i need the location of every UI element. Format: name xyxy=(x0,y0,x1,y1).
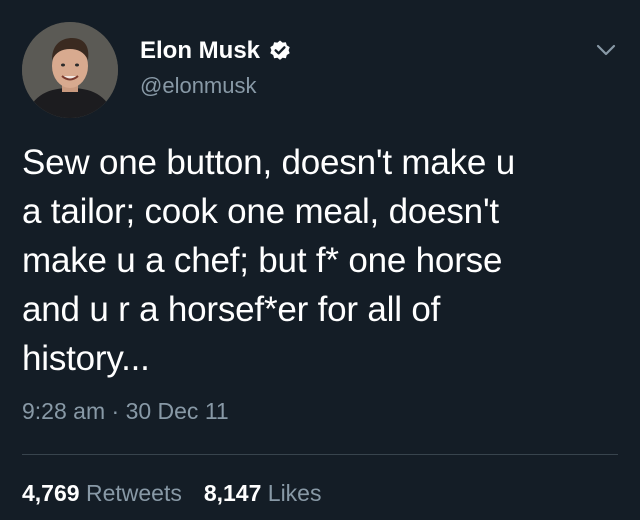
tweet-text: Sew one button, doesn't make u a tailor;… xyxy=(22,138,618,383)
likes-count: 8,147 xyxy=(203,480,262,506)
tweet-text-line: a tailor; cook one meal, doesn't xyxy=(22,192,499,231)
tweet-card: Elon Musk @elonmusk Sew one button, does… xyxy=(0,0,640,520)
avatar-image xyxy=(22,22,118,118)
retweets-label: Retweets xyxy=(85,480,182,506)
tweet-text-line: history... xyxy=(22,339,150,378)
retweets-stat[interactable]: 4,769 Retweets xyxy=(22,478,182,508)
tweet-text-line: and u r a horsef*er for all of xyxy=(22,290,441,329)
tweet-text-line: make u a chef; but f* one horse xyxy=(22,241,503,280)
timestamp-separator: · xyxy=(111,398,120,424)
user-handle[interactable]: @elonmusk xyxy=(140,72,292,100)
tweet-timestamp[interactable]: 9:28 am · 30 Dec 11 xyxy=(22,396,229,426)
divider xyxy=(22,454,618,455)
user-names: Elon Musk @elonmusk xyxy=(140,36,292,100)
verified-badge-icon xyxy=(268,39,292,63)
display-name[interactable]: Elon Musk xyxy=(140,36,260,66)
tweet-stats: 4,769 Retweets 8,147 Likes xyxy=(22,478,321,508)
avatar[interactable] xyxy=(22,22,118,118)
chevron-down-icon[interactable] xyxy=(594,38,618,62)
tweet-header: Elon Musk @elonmusk xyxy=(22,22,618,118)
tweet-text-line: Sew one button, doesn't make u xyxy=(22,143,515,182)
retweets-count: 4,769 xyxy=(22,480,80,506)
likes-stat[interactable]: 8,147 Likes xyxy=(204,478,322,508)
tweet-time: 9:28 am xyxy=(22,398,106,424)
tweet-date: 30 Dec 11 xyxy=(125,398,229,424)
display-name-row[interactable]: Elon Musk xyxy=(140,36,292,66)
likes-label: Likes xyxy=(267,480,322,506)
